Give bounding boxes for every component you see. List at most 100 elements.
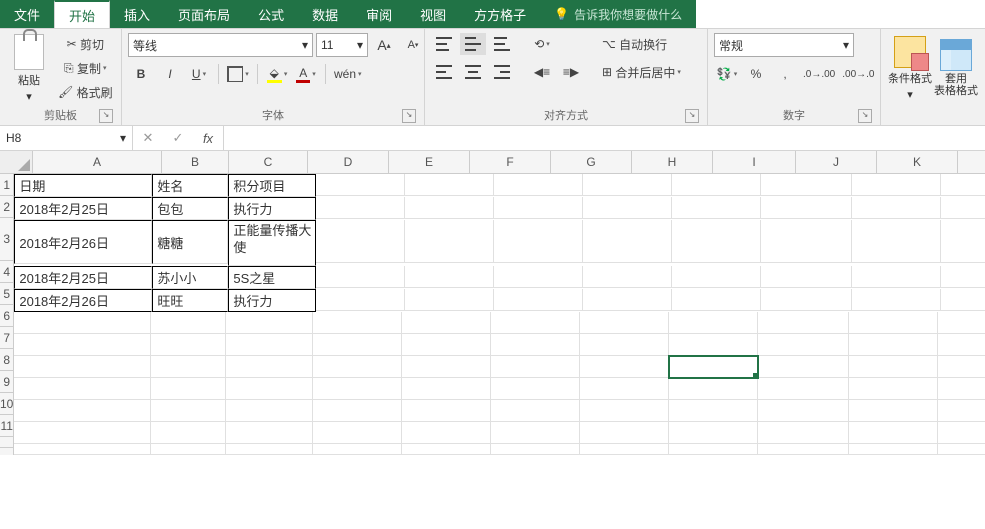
- cell-A8[interactable]: [14, 356, 151, 378]
- cell-E8[interactable]: [402, 356, 491, 378]
- cell-B1[interactable]: 姓名: [152, 174, 228, 197]
- cell-H11[interactable]: [669, 422, 758, 444]
- cell-K4[interactable]: [941, 266, 985, 288]
- cell-C1[interactable]: 积分项目: [228, 174, 316, 197]
- cell-B2[interactable]: 包包: [152, 197, 228, 220]
- cell-J5[interactable]: [852, 289, 941, 311]
- formula-cancel-button[interactable]: ✕: [133, 130, 163, 146]
- cell-F4[interactable]: [494, 266, 583, 288]
- increase-decimal-button[interactable]: .0→.00: [801, 63, 837, 85]
- cell-C6[interactable]: [226, 312, 313, 334]
- cell-J7[interactable]: [849, 334, 938, 356]
- increase-indent-button[interactable]: ≡▶: [558, 61, 584, 83]
- cell-J9[interactable]: [849, 378, 938, 400]
- comma-button[interactable]: ,: [772, 63, 798, 85]
- tab-view[interactable]: 视图: [406, 0, 460, 28]
- align-bottom-button[interactable]: [489, 33, 515, 55]
- font-dialog-launcher[interactable]: ↘: [402, 109, 416, 123]
- cell-C2[interactable]: 执行力: [228, 197, 316, 220]
- cell-I5[interactable]: [761, 289, 852, 311]
- cell-H8[interactable]: [669, 356, 758, 378]
- cell-E5[interactable]: [405, 289, 494, 311]
- cell-F6[interactable]: [491, 312, 580, 334]
- cell-A4[interactable]: 2018年2月25日: [14, 266, 152, 289]
- cell-A6[interactable]: [14, 312, 151, 334]
- cell-B10[interactable]: [151, 400, 226, 422]
- cell-K10[interactable]: [938, 400, 985, 422]
- row-header-1[interactable]: 1: [0, 174, 13, 196]
- cell-H9[interactable]: [669, 378, 758, 400]
- cell-G9[interactable]: [580, 378, 669, 400]
- cell-K7[interactable]: [938, 334, 985, 356]
- font-name-combo[interactable]: 等线▾: [128, 33, 313, 57]
- cell-J2[interactable]: [852, 197, 941, 219]
- cell-J1[interactable]: [852, 174, 941, 196]
- tab-data[interactable]: 数据: [298, 0, 352, 28]
- cell-K8[interactable]: [938, 356, 985, 378]
- cell-I1[interactable]: [761, 174, 852, 196]
- decrease-decimal-button[interactable]: .00→.0: [840, 63, 876, 85]
- cell-C9[interactable]: [226, 378, 313, 400]
- align-center-button[interactable]: [460, 61, 486, 83]
- copy-button[interactable]: ⎘ 复制▾: [56, 57, 115, 79]
- cell-E3[interactable]: [405, 220, 494, 263]
- cell-D3[interactable]: [316, 220, 405, 263]
- cell-H10[interactable]: [669, 400, 758, 422]
- row-header-3[interactable]: 3: [0, 218, 13, 261]
- cell-F3[interactable]: [494, 220, 583, 263]
- cell-D1[interactable]: [316, 174, 405, 196]
- cell-F2[interactable]: [494, 197, 583, 219]
- cell-C3[interactable]: 正能量传播大使: [228, 220, 316, 266]
- cell-I8[interactable]: [758, 356, 849, 378]
- cell-F8[interactable]: [491, 356, 580, 378]
- align-top-button[interactable]: [431, 33, 457, 55]
- cell-A3[interactable]: 2018年2月26日: [14, 220, 152, 264]
- cell-I10[interactable]: [758, 400, 849, 422]
- cell-A9[interactable]: [14, 378, 151, 400]
- cell-D9[interactable]: [313, 378, 402, 400]
- cell-E6[interactable]: [402, 312, 491, 334]
- cell-G5[interactable]: [583, 289, 672, 311]
- cell-D5[interactable]: [316, 289, 405, 311]
- tab-review[interactable]: 审阅: [352, 0, 406, 28]
- cell-I7[interactable]: [758, 334, 849, 356]
- cell-B4[interactable]: 苏小小: [152, 266, 228, 289]
- orientation-button[interactable]: ⟲▾: [529, 33, 555, 55]
- cell-D10[interactable]: [313, 400, 402, 422]
- cell-K6[interactable]: [938, 312, 985, 334]
- column-header-G[interactable]: G: [551, 151, 632, 173]
- cell-I2[interactable]: [761, 197, 852, 219]
- paste-button[interactable]: 粘贴 ▾: [6, 33, 52, 103]
- phonetic-button[interactable]: wén▾: [332, 63, 364, 85]
- cell-D8[interactable]: [313, 356, 402, 378]
- cut-button[interactable]: ✂ 剪切: [56, 33, 115, 55]
- cell-D7[interactable]: [313, 334, 402, 356]
- tab-fangfang[interactable]: 方方格子: [460, 0, 540, 28]
- cell-F1[interactable]: [494, 174, 583, 196]
- cell-F5[interactable]: [494, 289, 583, 311]
- name-box[interactable]: H8▾: [0, 126, 133, 150]
- cell-C5[interactable]: 执行力: [228, 289, 316, 312]
- cell-H1[interactable]: [672, 174, 761, 196]
- cell-H4[interactable]: [672, 266, 761, 288]
- row-header-5[interactable]: 5: [0, 283, 13, 305]
- tab-start[interactable]: 开始: [54, 0, 110, 28]
- grow-font-button[interactable]: A▴: [371, 34, 397, 56]
- column-header-K[interactable]: K: [877, 151, 958, 173]
- formula-confirm-button[interactable]: ✓: [163, 130, 193, 146]
- cell-J11[interactable]: [849, 422, 938, 444]
- cell-H5[interactable]: [672, 289, 761, 311]
- decrease-indent-button[interactable]: ◀≡: [529, 61, 555, 83]
- cell-B11[interactable]: [151, 422, 226, 444]
- align-right-button[interactable]: [489, 61, 515, 83]
- cell-K11[interactable]: [938, 422, 985, 444]
- cell-J8[interactable]: [849, 356, 938, 378]
- row-header-11[interactable]: 11: [0, 415, 13, 437]
- cell-G10[interactable]: [580, 400, 669, 422]
- cell-C11[interactable]: [226, 422, 313, 444]
- cell-E1[interactable]: [405, 174, 494, 196]
- cell-F7[interactable]: [491, 334, 580, 356]
- cell-B7[interactable]: [151, 334, 226, 356]
- insert-function-button[interactable]: fx: [193, 131, 223, 146]
- cell-G11[interactable]: [580, 422, 669, 444]
